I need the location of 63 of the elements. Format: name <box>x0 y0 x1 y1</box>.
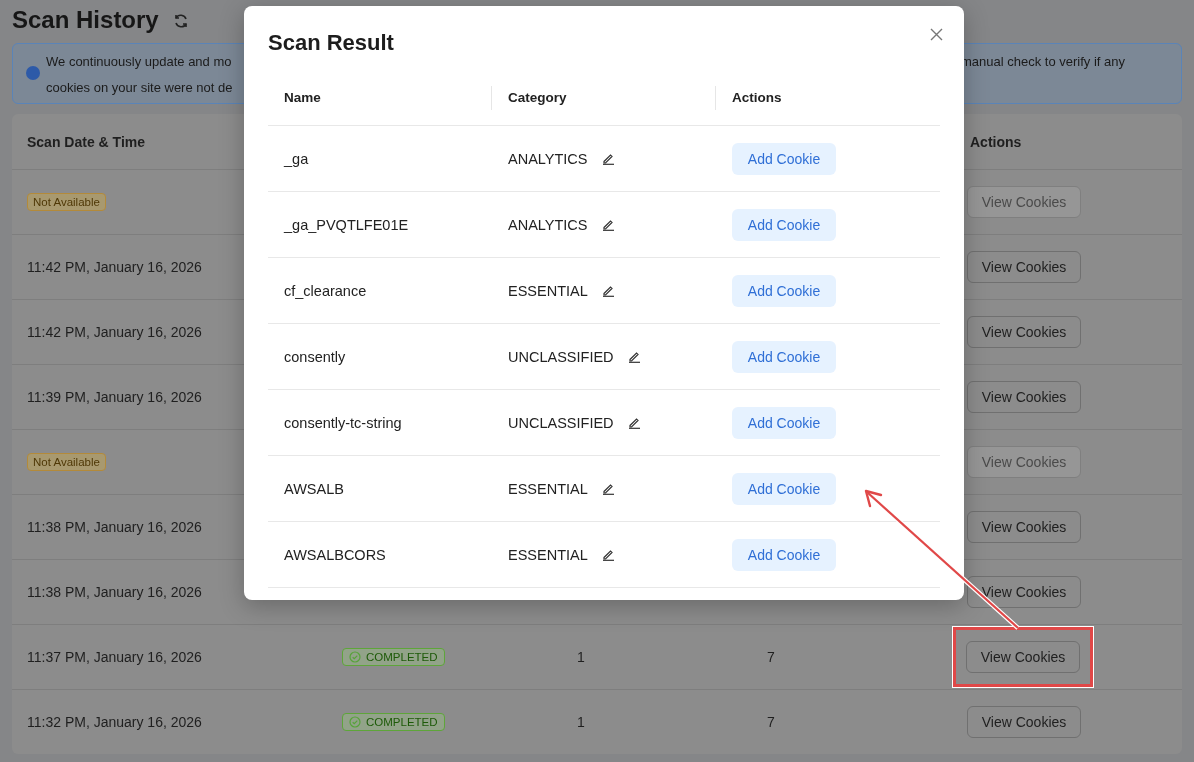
table-cell: 11:37 PM, January 16, 2026 <box>27 649 202 665</box>
info-text: cookies on your site were not de <box>46 80 233 95</box>
table-cell: 11:39 PM, January 16, 2026 <box>27 389 202 405</box>
table-cell: 1 <box>577 649 585 665</box>
check-circle-icon <box>349 651 361 663</box>
add-cookie-button[interactable]: Add Cookie <box>732 274 836 307</box>
add-cookie-button[interactable]: Add Cookie <box>732 406 836 439</box>
refresh-icon[interactable] <box>172 12 189 29</box>
table-cell: consently <box>284 348 346 365</box>
table-cell: 1 <box>577 714 585 730</box>
add-cookie-button[interactable]: Add Cookie <box>732 340 836 373</box>
view-cookies-button[interactable]: View Cookies <box>967 511 1081 543</box>
add-cookie-button[interactable]: Add Cookie <box>732 208 836 241</box>
column-header: Category <box>508 90 567 105</box>
view-cookies-button[interactable]: View Cookies <box>967 251 1081 283</box>
edit-icon[interactable] <box>627 416 641 429</box>
edit-icon[interactable] <box>601 152 615 165</box>
status-badge: Not Available <box>27 193 106 211</box>
view-cookies-button[interactable]: View Cookies <box>967 381 1081 413</box>
table-cell: _ga_PVQTLFE01E <box>284 216 409 233</box>
table-cell: ESSENTIAL <box>508 480 588 497</box>
edit-icon[interactable] <box>601 548 615 561</box>
table-cell: 11:38 PM, January 16, 2026 <box>27 584 202 600</box>
table-cell: 11:32 PM, January 16, 2026 <box>27 714 202 730</box>
status-badge: COMPLETED <box>342 648 445 666</box>
table-cell: UNCLASSIFIED <box>508 414 614 431</box>
add-cookie-button[interactable]: Add Cookie <box>732 472 836 505</box>
add-cookie-button[interactable]: Add Cookie <box>732 142 836 175</box>
table-cell: AWSALBCORS <box>284 546 386 563</box>
view-cookies-button[interactable]: View Cookies <box>967 316 1081 348</box>
status-badge: Not Available <box>27 453 106 471</box>
table-cell: ANALYTICS <box>508 216 588 233</box>
table-cell: UNCLASSIFIED <box>508 348 614 365</box>
edit-icon[interactable] <box>601 218 615 231</box>
column-header: Scan Date & Time <box>27 133 146 150</box>
table-cell: cf_clearance <box>284 282 367 299</box>
page-title: Scan History <box>12 5 159 34</box>
status-badge: COMPLETED <box>342 713 445 731</box>
table-cell: 11:42 PM, January 16, 2026 <box>27 259 202 275</box>
column-header: Actions <box>969 133 1023 150</box>
add-cookie-button[interactable]: Add Cookie <box>732 538 836 571</box>
table-cell: ESSENTIAL <box>508 282 588 299</box>
view-cookies-button[interactable]: View Cookies <box>967 706 1081 738</box>
dialog-title: Scan Result <box>268 30 394 56</box>
table-cell: _ga <box>284 150 309 167</box>
column-header: Actions <box>732 90 782 105</box>
table-cell: consently-tc-string <box>284 414 402 431</box>
table-cell: 7 <box>767 649 775 665</box>
table-cell: ANALYTICS <box>508 150 588 167</box>
info-text: We continuously update and mo <box>46 54 233 69</box>
edit-icon[interactable] <box>627 350 641 363</box>
check-circle-icon <box>349 716 361 728</box>
edit-icon[interactable] <box>601 284 615 297</box>
table-cell: ESSENTIAL <box>508 546 588 563</box>
column-header: Name <box>284 90 321 105</box>
table-cell: 7 <box>767 714 775 730</box>
table-cell: 11:42 PM, January 16, 2026 <box>27 324 202 340</box>
table-cell: AWSALB <box>284 480 344 497</box>
view-cookies-button[interactable]: View Cookies <box>966 641 1080 673</box>
edit-icon[interactable] <box>601 482 615 495</box>
view-cookies-button[interactable]: View Cookies <box>967 576 1081 608</box>
close-icon[interactable] <box>930 28 943 41</box>
table-cell: 11:38 PM, January 16, 2026 <box>27 519 202 535</box>
